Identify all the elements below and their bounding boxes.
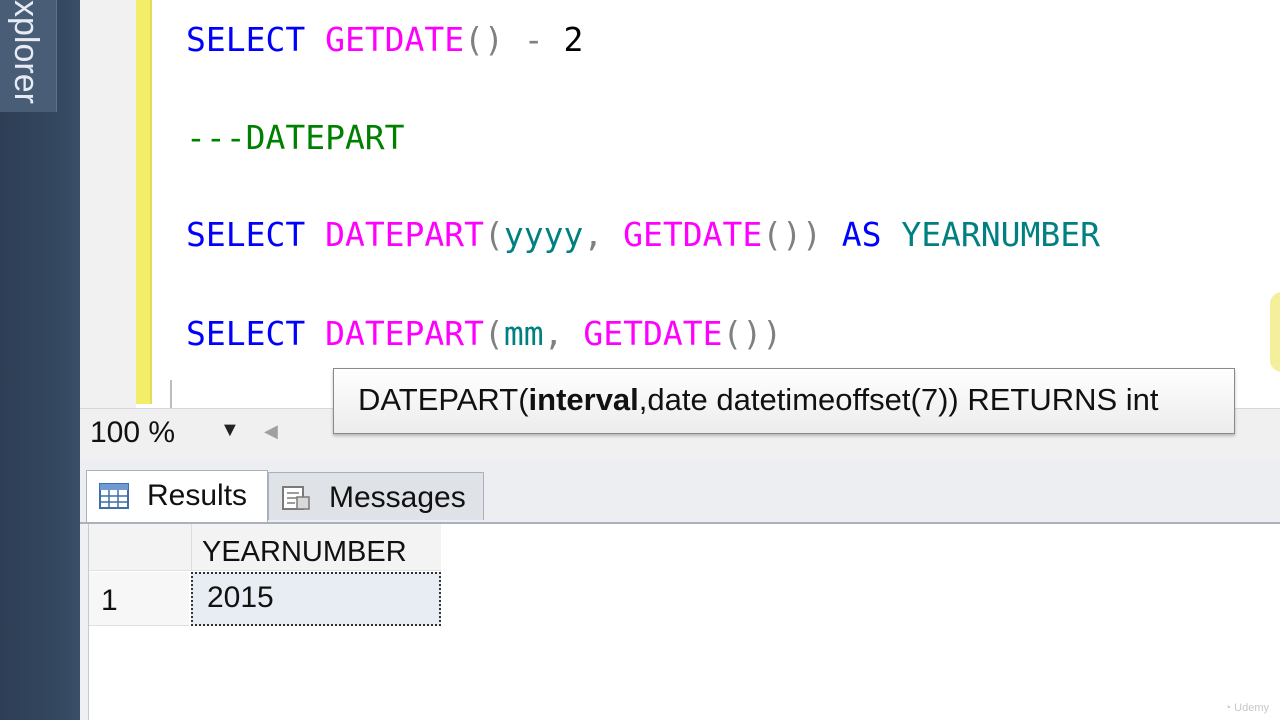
results-tab-strip: Results Messages xyxy=(80,460,1280,524)
close-parens: ()) xyxy=(722,314,783,353)
comment: ---DATEPART xyxy=(186,118,405,157)
function-getdate: GETDATE xyxy=(583,314,723,353)
interval-arg: mm xyxy=(503,314,544,353)
edge-highlight xyxy=(1270,292,1280,372)
comma: , xyxy=(543,314,584,353)
tab-results-label: Results xyxy=(147,479,248,512)
comma: , xyxy=(583,215,624,254)
results-pane: Results Messages YEARNUMBER 1 2015 ◔ Ude… xyxy=(80,460,1280,720)
open-paren: ( xyxy=(484,314,504,353)
keyword-as: AS xyxy=(841,215,882,254)
tooltip-current-param: interval xyxy=(528,382,639,417)
parentheses: () xyxy=(464,20,504,59)
messages-icon xyxy=(282,486,310,510)
function-getdate: GETDATE xyxy=(325,20,465,59)
function-datepart: DATEPART xyxy=(325,215,485,254)
interval-arg: yyyy xyxy=(503,215,584,254)
zoom-value: 100 % xyxy=(90,416,176,449)
number-literal: 2 xyxy=(563,20,584,59)
query-editor[interactable]: SELECT GETDATE() - 2 ---DATEPART SELECT … xyxy=(80,0,1280,408)
tab-messages[interactable]: Messages xyxy=(268,472,484,520)
change-tracking-bar xyxy=(136,0,152,404)
code-line-1[interactable]: SELECT GETDATE() - 2 xyxy=(186,16,583,64)
close-parens: ()) xyxy=(762,215,822,254)
code-line-3[interactable]: SELECT DATEPART(yyyy, GETDATE()) AS YEAR… xyxy=(186,211,1100,259)
open-paren: ( xyxy=(484,215,504,254)
keyword-select: SELECT xyxy=(186,20,326,59)
editor-gutter xyxy=(80,0,136,408)
zoom-dropdown[interactable]: 100 % ▼ xyxy=(80,409,252,459)
grid-cell[interactable]: 2015 xyxy=(191,572,441,626)
operator-minus: - xyxy=(503,20,564,59)
keyword-select: SELECT xyxy=(186,215,326,254)
arrow-left-icon[interactable]: ◀ xyxy=(264,421,278,442)
column-alias: YEARNUMBER xyxy=(881,215,1100,254)
tooltip-suffix: ,date datetimeoffset(7)) RETURNS int xyxy=(638,382,1159,417)
object-explorer-tab[interactable]: xplorer xyxy=(0,0,57,112)
code-line-4[interactable]: SELECT DATEPART(mm, GETDATE()) xyxy=(186,310,782,358)
tab-messages-label: Messages xyxy=(329,481,466,514)
intellisense-tooltip: DATEPART(interval,date datetimeoffset(7)… xyxy=(333,368,1235,434)
function-getdate: GETDATE xyxy=(623,215,763,254)
keyword-select: SELECT xyxy=(186,314,326,353)
results-grid[interactable]: YEARNUMBER 1 2015 ◔ Udemy xyxy=(88,524,1280,720)
row-number[interactable]: 1 xyxy=(89,572,189,626)
object-explorer-sidebar: xplorer xyxy=(0,0,80,720)
grid-header-row: YEARNUMBER xyxy=(89,524,441,571)
grid-icon xyxy=(99,483,129,509)
object-explorer-label: xplorer xyxy=(7,0,45,104)
chevron-down-icon[interactable]: ▼ xyxy=(220,419,240,442)
column-header[interactable]: YEARNUMBER xyxy=(191,524,441,570)
tooltip-prefix: DATEPART( xyxy=(358,382,529,417)
tab-results[interactable]: Results xyxy=(86,470,268,522)
function-datepart: DATEPART xyxy=(325,314,485,353)
watermark-logo: ◔ Udemy xyxy=(1224,702,1269,714)
code-line-2[interactable]: ---DATEPART xyxy=(186,114,405,162)
outline-margin xyxy=(170,380,172,408)
